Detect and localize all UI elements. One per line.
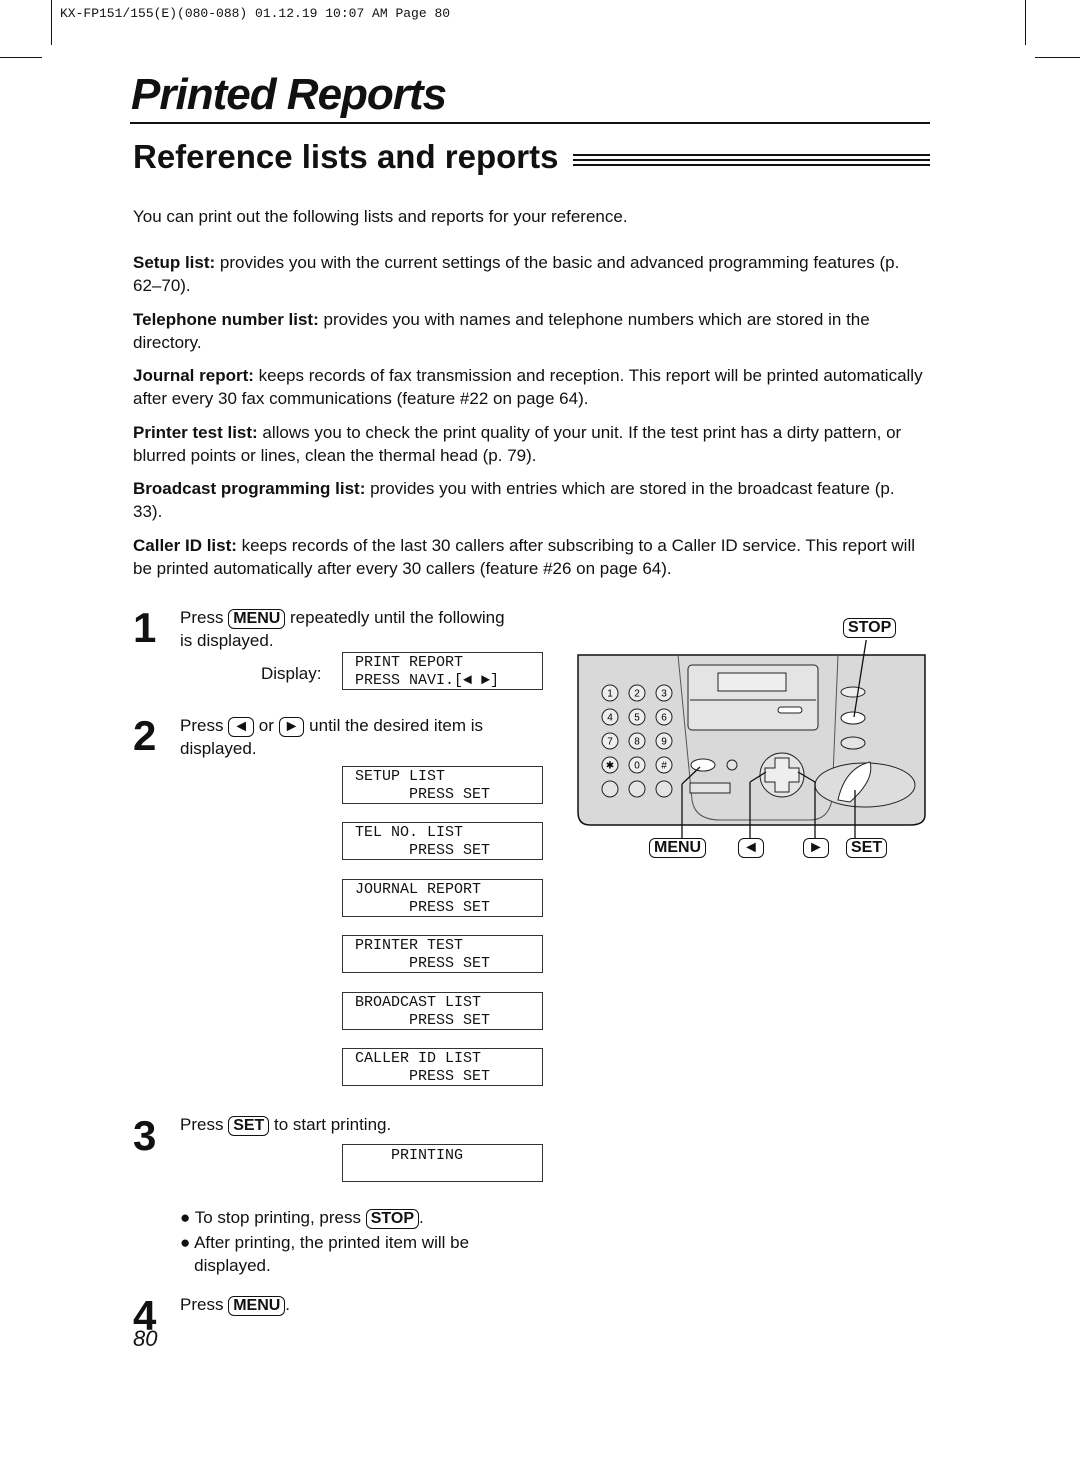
dial-key-label: 3 xyxy=(661,689,667,700)
lcd-display: SETUP LIST PRESS SET xyxy=(342,766,543,804)
set-key: SET xyxy=(228,1116,270,1136)
function-key xyxy=(628,780,646,798)
dial-key-label: 0 xyxy=(634,761,640,772)
function-key xyxy=(601,780,619,798)
dial-key-label: 4 xyxy=(607,713,613,724)
crop-mark xyxy=(1025,0,1026,45)
page-number: 80 xyxy=(133,1326,158,1351)
term: Caller ID list: xyxy=(133,536,237,555)
right-key: ► xyxy=(278,717,305,737)
display-label: Display: xyxy=(261,664,322,683)
function-key xyxy=(655,780,673,798)
step-4-text: Press MENU. xyxy=(180,1295,291,1316)
step-2-text: Press ◄ or ► until the desired item is di… xyxy=(180,716,484,758)
item-setup-list: Setup list: provides you with the curren… xyxy=(133,251,923,297)
page-title: Printed Reports xyxy=(131,70,447,119)
menu-key: MENU xyxy=(228,1296,286,1316)
dial-key-label: 2 xyxy=(634,689,640,700)
crop-mark xyxy=(0,57,42,58)
dial-key-label: ✱ xyxy=(606,761,614,772)
left-label: ◄ xyxy=(738,838,764,858)
menu-label: MENU xyxy=(649,838,707,858)
stop-key: STOP xyxy=(365,1209,419,1229)
bullet-stop: ● To stop printing, press STOP. xyxy=(180,1208,424,1229)
manual-page: KX-FP151/155(E)(080-088) 01.12.19 10:07 … xyxy=(0,0,1080,1472)
step-1-text: Press MENU repeatedly until the followin… xyxy=(180,608,505,650)
item-broadcast-list: Broadcast programming list: provides you… xyxy=(133,477,923,523)
dial-key-label: 1 xyxy=(607,689,613,700)
crop-mark xyxy=(51,0,52,45)
desc: provides you with the current settings o… xyxy=(133,253,900,295)
item-callerid-list: Caller ID list: keeps records of the las… xyxy=(133,534,923,580)
lcd-display: PRINTING xyxy=(342,1144,543,1182)
title-rule xyxy=(130,122,930,124)
stop-label: STOP xyxy=(843,618,897,638)
term: Setup list: xyxy=(133,253,216,272)
lcd-display: PRINTER TEST PRESS SET xyxy=(342,935,543,973)
lcd-display: TEL NO. LIST PRESS SET xyxy=(342,822,543,860)
dial-key-label: 5 xyxy=(634,713,640,724)
crop-mark xyxy=(1035,57,1080,58)
print-header: KX-FP151/155(E)(080-088) 01.12.19 10:07 … xyxy=(60,6,451,21)
dial-key-label: 8 xyxy=(634,737,640,748)
term: Broadcast programming list: xyxy=(133,479,366,498)
item-telephone-list: Telephone number list: provides you with… xyxy=(133,308,923,354)
right-label: ► xyxy=(803,838,829,858)
step-number: 2 xyxy=(133,712,157,759)
intro-text: You can print out the following lists an… xyxy=(133,207,628,226)
lcd-display: CALLER ID LIST PRESS SET xyxy=(342,1048,543,1086)
dial-key-label: 6 xyxy=(661,713,667,724)
section-title: Reference lists and reports xyxy=(133,138,559,175)
left-key: ◄ xyxy=(228,717,255,737)
dial-key-label: 7 xyxy=(607,737,613,748)
term: Telephone number list: xyxy=(133,310,319,329)
bullet-after: ● After printing, the printed item will … xyxy=(180,1233,470,1275)
set-label: SET xyxy=(846,838,888,858)
desc: keeps records of the last 30 callers aft… xyxy=(133,536,915,578)
lcd-display: BROADCAST LIST PRESS SET xyxy=(342,992,543,1030)
term: Printer test list: xyxy=(133,423,258,442)
dial-key-label: # xyxy=(661,761,667,772)
step-number: 1 xyxy=(133,604,157,651)
lcd-display: JOURNAL REPORT PRESS SET xyxy=(342,879,543,917)
item-journal-report: Journal report: keeps records of fax tra… xyxy=(133,364,923,410)
dial-key-label: 9 xyxy=(661,737,667,748)
fax-panel-illustration: 1 2 3 4 5 6 7 8 9 ✱ 0 # xyxy=(577,640,926,838)
term: Journal report: xyxy=(133,366,254,385)
menu-key: MENU xyxy=(228,609,286,629)
lcd-display: PRINT REPORT PRESS NAVI.[◄ ►] xyxy=(342,652,543,690)
item-printer-test: Printer test list: allows you to check t… xyxy=(133,421,923,467)
step-number: 3 xyxy=(133,1112,157,1159)
step-3-text: Press SET to start printing. xyxy=(180,1115,392,1136)
section-rule xyxy=(573,154,930,169)
